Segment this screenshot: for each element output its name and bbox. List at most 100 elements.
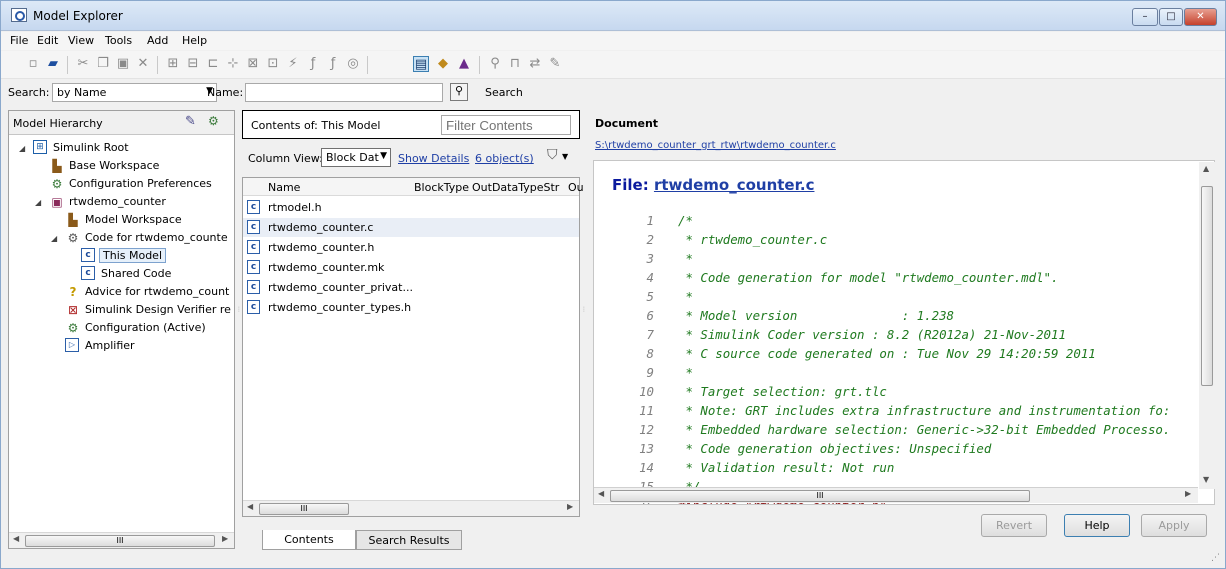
open-icon[interactable]: ▰	[45, 56, 61, 72]
show-details-link[interactable]: Show Details	[398, 152, 469, 165]
list-item[interactable]: c rtwdemo_counter.mk	[243, 258, 579, 277]
column-outdatatypestr[interactable]: OutDataTypeStr	[472, 181, 559, 194]
c-file-icon: c	[247, 240, 260, 254]
code-text: * Note: GRT includes extra infrastructur…	[678, 403, 1171, 418]
matlab-icon[interactable]: ◆	[435, 56, 451, 72]
dialog-view-icon[interactable]: ▤	[413, 56, 429, 72]
model-icon: ▣	[51, 195, 63, 209]
splitter-handle[interactable]: ⋮	[236, 306, 242, 313]
file-name-link[interactable]: rtwdemo_counter.c	[654, 176, 815, 194]
tree-horizontal-scrollbar[interactable]: ◀ III ▶	[9, 532, 234, 548]
search-button[interactable]: Search	[485, 86, 523, 99]
filter-tree-icon[interactable]: ⚙	[208, 114, 219, 128]
scroll-thumb[interactable]	[1201, 186, 1213, 386]
scroll-left-icon[interactable]: ◀	[247, 502, 253, 511]
document-vertical-scrollbar[interactable]: ▲ ▼	[1199, 162, 1215, 489]
paste-icon[interactable]: ▣	[115, 56, 131, 72]
help-button[interactable]: Help	[1064, 514, 1130, 537]
scroll-up-icon[interactable]: ▲	[1203, 164, 1209, 173]
object-count-link[interactable]: 6 object(s)	[475, 152, 534, 165]
tab-search-results[interactable]: Search Results	[356, 530, 462, 550]
menu-file[interactable]: File	[10, 34, 28, 47]
signal-icon[interactable]: ⊠	[245, 56, 261, 72]
collapse-icon[interactable]: ◢	[51, 234, 57, 243]
scroll-thumb[interactable]: III	[259, 503, 349, 515]
menu-tools[interactable]: Tools	[105, 34, 132, 47]
column-view-select[interactable]: Block Dat ▼	[321, 148, 391, 167]
maximize-button[interactable]: □	[1159, 8, 1183, 26]
script-icon[interactable]: ✎	[547, 56, 563, 72]
revert-button[interactable]: Revert	[981, 514, 1047, 537]
list-horizontal-scrollbar[interactable]: ◀ III ▶	[243, 500, 579, 516]
table-icon[interactable]: ⊟	[185, 56, 201, 72]
contents-header: Contents of: This Model	[242, 110, 580, 139]
event-icon[interactable]: ⚡	[285, 56, 301, 72]
document-path-link[interactable]: S:\rtwdemo_counter_grt_rtw\rtwdemo_count…	[595, 140, 836, 151]
document-horizontal-scrollbar[interactable]: ◀ III ▶	[594, 487, 1198, 503]
tab-contents[interactable]: Contents	[262, 530, 356, 550]
menu-add[interactable]: Add	[147, 34, 168, 47]
target-icon[interactable]: ◎	[345, 56, 361, 72]
column-name[interactable]: Name	[268, 181, 300, 194]
apply-button[interactable]: Apply	[1141, 514, 1207, 537]
grid-icon[interactable]: ⊞	[165, 56, 181, 72]
document-viewer: File: rtwdemo_counter.c 1 /* 2 * rtwdemo_c…	[593, 160, 1215, 505]
search-label: Search:	[8, 86, 50, 99]
code-text: * C source code generated on : Tue Nov 2…	[678, 346, 1096, 361]
cut-icon[interactable]: ✂	[75, 56, 91, 72]
scroll-thumb[interactable]: III	[610, 490, 1030, 502]
name-input[interactable]	[245, 83, 443, 102]
scroll-right-icon[interactable]: ▶	[1185, 489, 1191, 498]
scroll-left-icon[interactable]: ◀	[598, 489, 604, 498]
collapse-icon[interactable]: ◢	[19, 144, 25, 153]
line-number: 12	[639, 422, 654, 437]
line-number: 7	[646, 327, 654, 342]
workspace-tool-icon[interactable]: ⊓	[507, 56, 523, 72]
show-only-icon[interactable]: ✎	[185, 114, 196, 129]
splitter-handle[interactable]: ⋮	[581, 306, 587, 313]
model-explorer-window: Model Explorer – □ ✕ File Edit View Tool…	[0, 0, 1226, 569]
simulink-icon[interactable]: ▲	[456, 56, 472, 72]
new-icon[interactable]: ▫	[25, 56, 41, 72]
code-text: /*	[678, 213, 693, 228]
search-mode-select[interactable]: by Name ▼	[52, 83, 217, 102]
line-number: 3	[646, 251, 654, 266]
line-number: 5	[646, 289, 654, 304]
search-tool-icon[interactable]: ⚲	[487, 56, 503, 72]
scroll-right-icon[interactable]: ▶	[222, 534, 228, 543]
list-item[interactable]: c rtmodel.h	[243, 198, 579, 217]
bus-icon[interactable]: ⊡	[265, 56, 281, 72]
list-item[interactable]: c rtwdemo_counter_privat...	[243, 278, 579, 297]
list-item[interactable]: c rtwdemo_counter.h	[243, 238, 579, 257]
column-ou[interactable]: Ou	[568, 181, 584, 194]
c-file-icon: c	[247, 300, 260, 314]
menu-edit[interactable]: Edit	[37, 34, 58, 47]
filter-icon[interactable]: ⛉	[547, 147, 558, 163]
compare-icon[interactable]: ⇄	[527, 56, 543, 72]
line-number: 13	[639, 441, 654, 456]
scroll-down-icon[interactable]: ▼	[1203, 475, 1209, 484]
search-options-icon[interactable]: ⚲	[450, 83, 468, 101]
function-icon[interactable]: ƒ	[305, 56, 321, 72]
copy-icon[interactable]: ❐	[95, 56, 111, 72]
close-button[interactable]: ✕	[1184, 8, 1217, 26]
list-item[interactable]: c rtwdemo_counter.c	[243, 218, 579, 237]
minimize-button[interactable]: –	[1132, 8, 1158, 26]
column-blocktype[interactable]: BlockType	[414, 181, 469, 194]
scroll-thumb[interactable]: III	[25, 535, 215, 547]
chevron-down-icon[interactable]: ▼	[562, 152, 568, 161]
list-item[interactable]: c rtwdemo_counter_types.h	[243, 298, 579, 317]
scroll-right-icon[interactable]: ▶	[567, 502, 573, 511]
delete-icon[interactable]: ✕	[135, 56, 151, 72]
menu-view[interactable]: View	[68, 34, 94, 47]
scroll-left-icon[interactable]: ◀	[13, 534, 19, 543]
code-text: * Validation result: Not run	[678, 460, 895, 475]
resize-grip-icon[interactable]: ⋰	[1211, 553, 1220, 563]
tree-icon[interactable]: ⊹	[225, 56, 241, 72]
gears-icon: ⚙	[51, 177, 63, 191]
hierarchy-icon[interactable]: ⊏	[205, 56, 221, 72]
collapse-icon[interactable]: ◢	[35, 198, 41, 207]
filter-contents-input[interactable]	[441, 115, 571, 135]
menu-help[interactable]: Help	[182, 34, 207, 47]
fcall-icon[interactable]: ƒ	[325, 56, 341, 72]
